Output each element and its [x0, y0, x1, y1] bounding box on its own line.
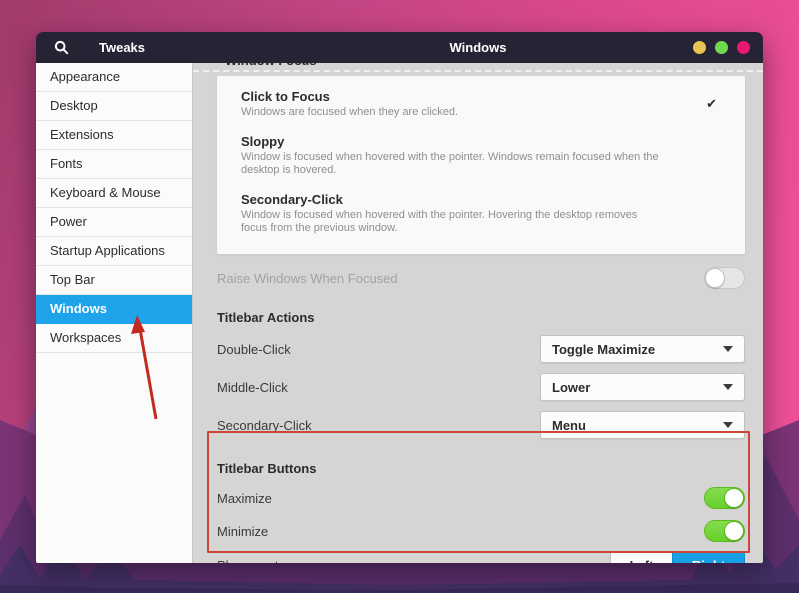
chevron-down-icon	[723, 346, 733, 352]
sidebar-item-fonts[interactable]: Fonts	[36, 150, 192, 179]
focus-option-title: Sloppy	[241, 134, 661, 149]
focus-option-description: Window is focused when hovered with the …	[241, 209, 661, 235]
double-click-label: Double-Click	[217, 342, 291, 357]
placement-row: Placement Left Right	[217, 551, 745, 563]
window-body: Appearance Desktop Extensions Fonts Keyb…	[36, 63, 763, 563]
middle-click-row: Middle-Click Lower	[217, 373, 745, 401]
placement-right-button[interactable]: Right	[672, 551, 745, 563]
maximize-toggle[interactable]	[704, 487, 745, 509]
sidebar-item-workspaces[interactable]: Workspaces	[36, 324, 192, 353]
maximize-label: Maximize	[217, 491, 272, 506]
focus-option-secondary-click[interactable]: Secondary-Click Window is focused when h…	[241, 192, 721, 235]
page-title: Windows	[193, 40, 763, 55]
chevron-down-icon	[723, 384, 733, 390]
focus-option-sloppy[interactable]: Sloppy Window is focused when hovered wi…	[241, 134, 721, 177]
minimize-row: Minimize	[217, 520, 745, 542]
search-button[interactable]	[51, 38, 71, 58]
sidebar-item-power[interactable]: Power	[36, 208, 192, 237]
sidebar-item-keyboard-mouse[interactable]: Keyboard & Mouse	[36, 179, 192, 208]
raise-windows-row: Raise Windows When Focused	[217, 267, 745, 289]
window-button-minimize[interactable]	[693, 41, 706, 54]
checkmark-icon: ✔	[706, 96, 717, 112]
sidebar: Appearance Desktop Extensions Fonts Keyb…	[36, 63, 193, 563]
minimize-label: Minimize	[217, 524, 268, 539]
sidebar-item-extensions[interactable]: Extensions	[36, 121, 192, 150]
chevron-down-icon	[723, 422, 733, 428]
window-focus-options-card: Click to Focus Windows are focused when …	[217, 76, 745, 254]
titlebar-buttons-header: Titlebar Buttons	[217, 461, 745, 476]
window-focus-section-header: Window Focus	[225, 63, 745, 70]
focus-option-description: Window is focused when hovered with the …	[241, 151, 661, 177]
placement-segmented-control: Left Right	[610, 551, 745, 563]
middle-click-dropdown[interactable]: Lower	[540, 373, 745, 401]
sidebar-item-top-bar[interactable]: Top Bar	[36, 266, 192, 295]
maximize-row: Maximize	[217, 487, 745, 509]
secondary-click-row: Secondary-Click Menu	[217, 411, 745, 439]
double-click-dropdown[interactable]: Toggle Maximize	[540, 335, 745, 363]
desktop: { "titlebar": { "app_title": "Tweaks", "…	[0, 0, 799, 593]
focus-option-description: Windows are focused when they are clicke…	[241, 106, 661, 119]
double-click-row: Double-Click Toggle Maximize	[217, 335, 745, 363]
secondary-click-label: Secondary-Click	[217, 418, 312, 433]
middle-click-value: Lower	[552, 380, 590, 395]
window-button-maximize[interactable]	[715, 41, 728, 54]
titlebar-actions-header: Titlebar Actions	[217, 310, 745, 325]
double-click-value: Toggle Maximize	[552, 342, 655, 357]
app-title: Tweaks	[99, 40, 145, 55]
window-button-close[interactable]	[737, 41, 750, 54]
middle-click-label: Middle-Click	[217, 380, 288, 395]
toggle-knob	[705, 268, 725, 288]
titlebar: Tweaks Windows	[36, 32, 763, 63]
windows-settings-panel: Window Focus Click to Focus Windows are …	[193, 63, 763, 563]
secondary-click-dropdown[interactable]: Menu	[540, 411, 745, 439]
focus-option-title: Secondary-Click	[241, 192, 661, 207]
search-icon	[54, 40, 69, 55]
toggle-knob	[724, 488, 744, 508]
secondary-click-value: Menu	[552, 418, 586, 433]
sidebar-item-desktop[interactable]: Desktop	[36, 92, 192, 121]
placement-left-button[interactable]: Left	[610, 551, 672, 563]
placement-label: Placement	[217, 558, 278, 563]
focus-option-click-to-focus[interactable]: Click to Focus Windows are focused when …	[241, 89, 721, 119]
sidebar-item-appearance[interactable]: Appearance	[36, 63, 192, 92]
raise-windows-label: Raise Windows When Focused	[217, 271, 398, 286]
sidebar-item-windows[interactable]: Windows	[36, 295, 192, 324]
tweaks-window: Tweaks Windows Appearance Desktop Extens…	[36, 32, 763, 563]
focus-option-title: Click to Focus	[241, 89, 661, 104]
scroll-clip-dashed-line	[193, 70, 763, 72]
raise-windows-toggle[interactable]	[704, 267, 745, 289]
window-controls	[693, 32, 750, 63]
minimize-toggle[interactable]	[704, 520, 745, 542]
sidebar-item-startup-applications[interactable]: Startup Applications	[36, 237, 192, 266]
toggle-knob	[724, 521, 744, 541]
